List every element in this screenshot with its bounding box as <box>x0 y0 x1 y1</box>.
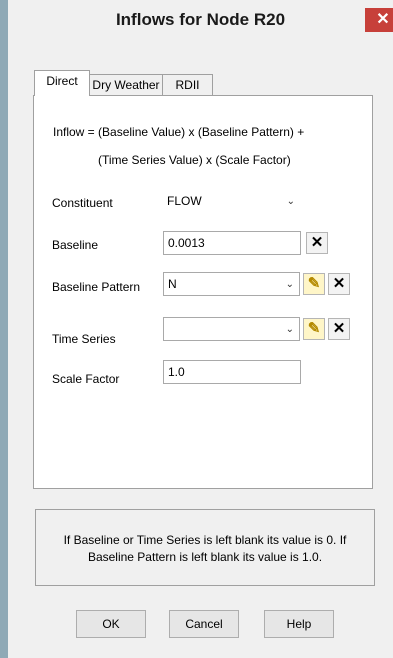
title-bar: Inflows for Node R20 ✕ <box>8 0 393 36</box>
help-note: If Baseline or Time Series is left blank… <box>35 509 375 586</box>
time-series-select[interactable]: ⌄ <box>163 317 300 341</box>
baseline-clear-button[interactable]: ✕ <box>306 232 328 254</box>
tab-direct[interactable]: Direct <box>34 70 90 96</box>
tab-dry-weather[interactable]: Dry Weather <box>88 74 164 95</box>
constituent-label: Constituent <box>52 196 113 210</box>
constituent-value: FLOW <box>167 194 202 208</box>
close-icon: ✕ <box>376 11 390 28</box>
close-button[interactable]: ✕ <box>365 8 393 32</box>
tab-rdii[interactable]: RDII <box>162 74 213 95</box>
baseline-pattern-clear-button[interactable]: ✕ <box>328 273 350 295</box>
help-button[interactable]: Help <box>264 610 334 638</box>
formula-line-2: (Time Series Value) x (Scale Factor) <box>98 153 291 167</box>
window-left-edge <box>0 0 8 658</box>
baseline-pattern-value: N <box>168 277 177 291</box>
delete-icon: ✕ <box>332 275 346 292</box>
baseline-pattern-select[interactable]: N ⌄ <box>163 272 300 296</box>
chevron-down-icon: ⌄ <box>285 324 294 335</box>
time-series-clear-button[interactable]: ✕ <box>328 318 350 340</box>
delete-icon: ✕ <box>310 234 324 251</box>
edit-pencil-icon: ✎ <box>307 320 321 337</box>
cancel-button[interactable]: Cancel <box>169 610 239 638</box>
scale-factor-input[interactable]: 1.0 <box>163 360 301 384</box>
baseline-pattern-edit-button[interactable]: ✎ <box>303 273 325 295</box>
edit-pencil-icon: ✎ <box>307 275 321 292</box>
constituent-select[interactable]: FLOW ⌄ <box>163 190 300 214</box>
formula-line-1: Inflow = (Baseline Value) x (Baseline Pa… <box>53 125 305 139</box>
chevron-down-icon: ⌄ <box>286 196 295 207</box>
ok-button[interactable]: OK <box>76 610 146 638</box>
dialog-title: Inflows for Node R20 <box>115 10 286 29</box>
dialog-window: Inflows for Node R20 ✕ Direct Dry Weathe… <box>0 0 393 658</box>
chevron-down-icon: ⌄ <box>285 279 294 290</box>
time-series-edit-button[interactable]: ✎ <box>303 318 325 340</box>
time-series-label: Time Series <box>52 332 116 346</box>
baseline-pattern-label: Baseline Pattern <box>52 280 141 294</box>
baseline-input[interactable]: 0.0013 <box>163 231 301 255</box>
delete-icon: ✕ <box>332 320 346 337</box>
scale-factor-label: Scale Factor <box>52 372 120 386</box>
direct-tab-panel: Inflow = (Baseline Value) x (Baseline Pa… <box>33 95 373 489</box>
baseline-label: Baseline <box>52 238 99 252</box>
